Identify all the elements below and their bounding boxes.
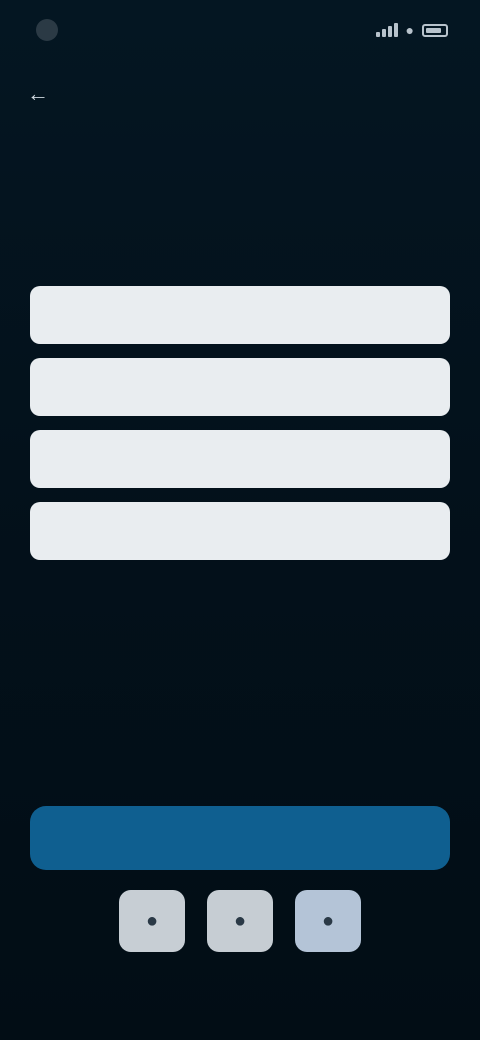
input-field-4[interactable] (30, 502, 450, 560)
social-button-2[interactable]: ● (207, 890, 273, 952)
battery-icon (422, 23, 448, 37)
social-icon: ● (321, 909, 335, 932)
arrow-left-icon: ← (27, 81, 49, 106)
social-icon: ● (145, 909, 159, 932)
notification-icon (36, 19, 58, 41)
status-bar: ● (0, 0, 480, 60)
social-login-row: ● ● ● (0, 890, 480, 952)
back-button[interactable]: ← (20, 76, 56, 112)
social-button-3[interactable]: ● (295, 890, 361, 952)
input-field-3[interactable] (30, 430, 450, 488)
social-icon: ● (233, 909, 247, 932)
input-field-1[interactable] (30, 286, 450, 344)
signal-icon (375, 23, 398, 37)
field-list (30, 286, 450, 560)
social-button-1[interactable]: ● (119, 890, 185, 952)
input-field-2[interactable] (30, 358, 450, 416)
wifi-icon: ● (405, 22, 414, 38)
status-right: ● (375, 22, 448, 38)
primary-button[interactable] (30, 806, 450, 870)
screen: ● ← ● ● ● (0, 0, 480, 1040)
status-left (36, 19, 68, 41)
